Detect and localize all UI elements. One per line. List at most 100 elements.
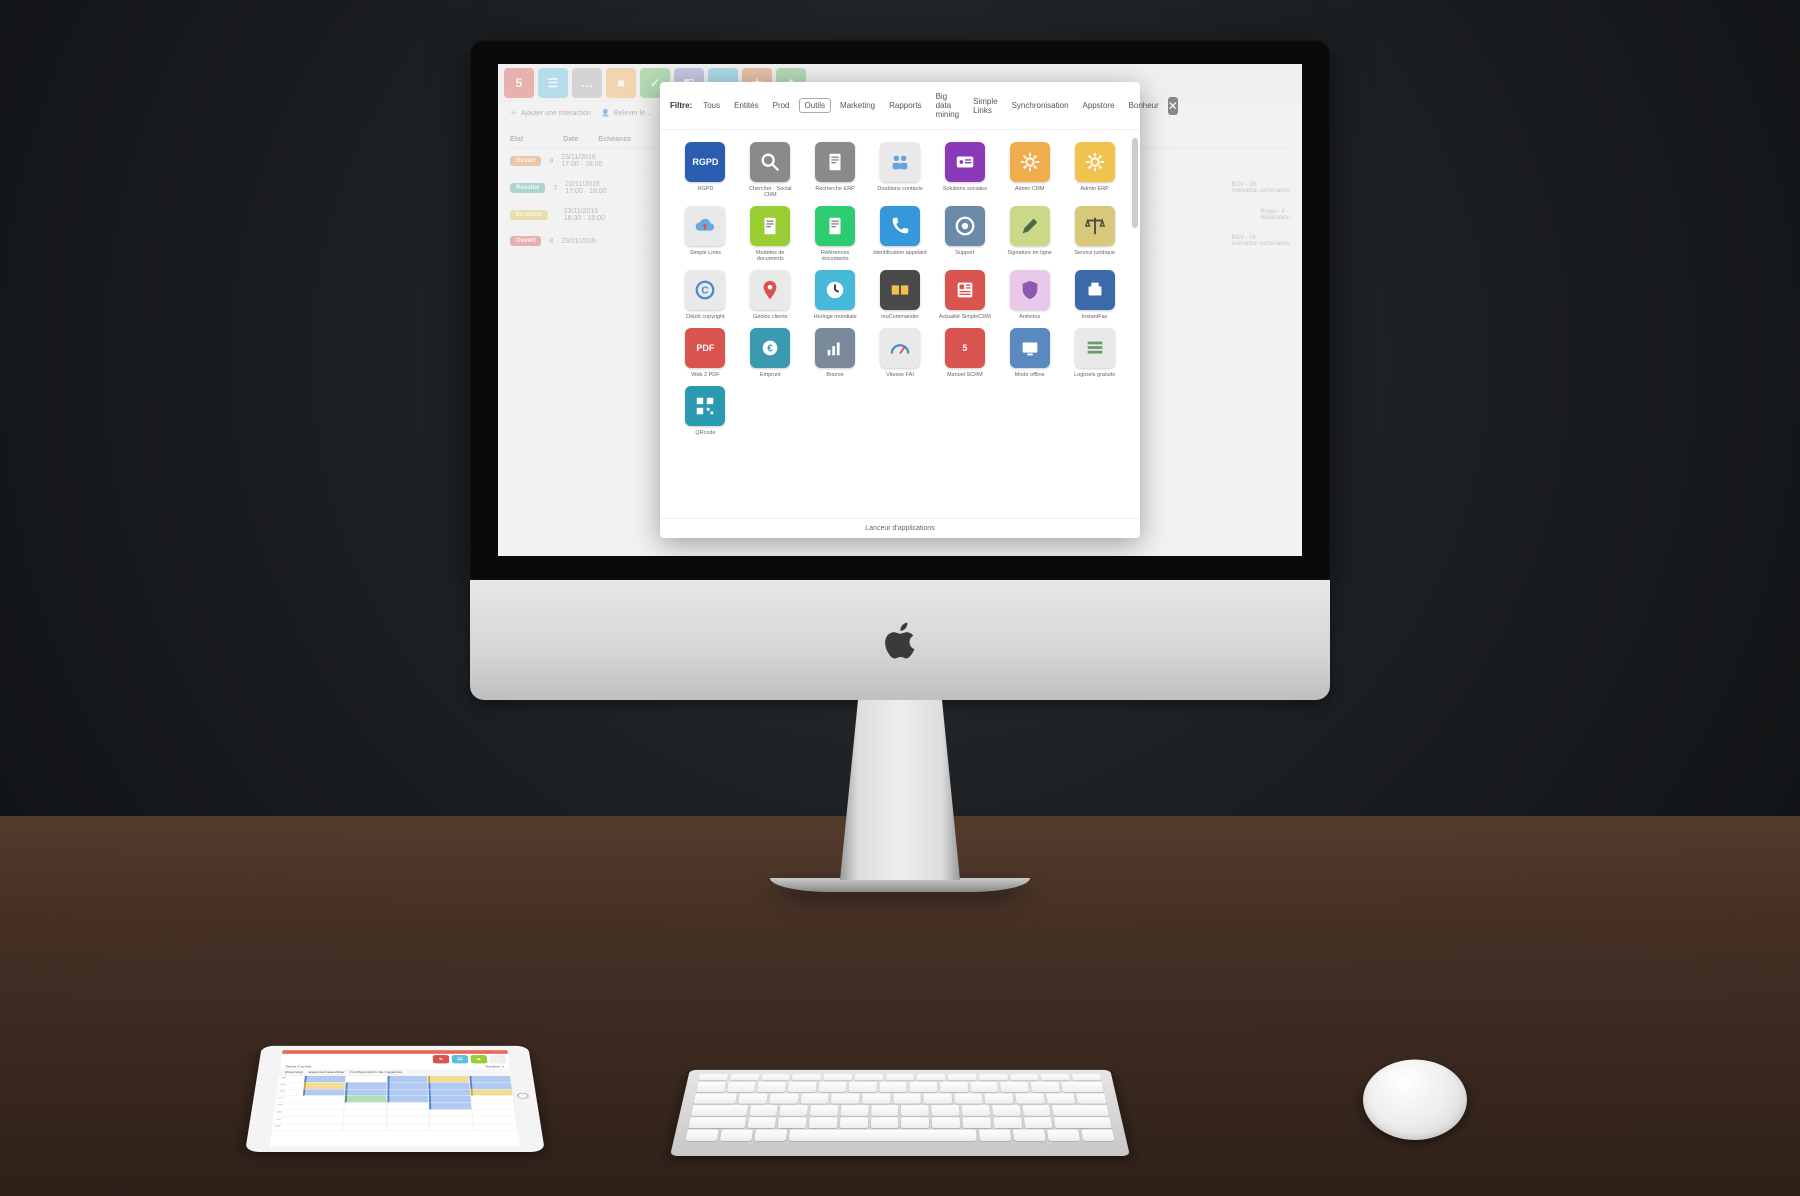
calendar-cell[interactable] <box>430 1110 473 1117</box>
app-item-instantfax[interactable]: InstantFax <box>1065 270 1124 320</box>
app-item-g-oloc-clients[interactable]: Géoloc clients <box>741 270 800 320</box>
key[interactable] <box>1077 1093 1107 1103</box>
filter-tab-big-data-mining[interactable]: Big data mining <box>931 90 965 121</box>
calendar-cell[interactable] <box>387 1103 430 1110</box>
key[interactable] <box>871 1105 899 1116</box>
calendar-event[interactable] <box>387 1089 429 1096</box>
app-item-d-p-t-copyright[interactable]: CDépôt copyright <box>676 270 735 320</box>
app-item-chercher-social-crm[interactable]: Chercher - Social CRM <box>741 142 800 198</box>
key[interactable] <box>1022 1105 1051 1116</box>
ipad-tool-icon[interactable]: ☰ <box>452 1055 469 1063</box>
app-item-admin-crm[interactable]: Admin CRM <box>1000 142 1059 198</box>
calendar-event[interactable] <box>429 1089 471 1096</box>
key[interactable] <box>932 1105 960 1116</box>
filter-tab-synchronisation[interactable]: Synchronisation <box>1007 99 1074 112</box>
key[interactable] <box>788 1082 817 1092</box>
key[interactable] <box>800 1093 829 1103</box>
key[interactable] <box>1015 1093 1044 1103</box>
calendar-cell[interactable] <box>474 1124 518 1131</box>
key[interactable] <box>831 1093 860 1103</box>
key[interactable] <box>823 1074 852 1080</box>
app-item-bourse[interactable]: Bourse <box>806 328 865 378</box>
calendar-event[interactable] <box>470 1082 512 1089</box>
filter-tab-entités[interactable]: Entités <box>729 99 763 112</box>
key[interactable] <box>726 1082 755 1092</box>
calendar-cell[interactable] <box>302 1096 345 1103</box>
key[interactable] <box>778 1117 807 1128</box>
ipad-home-button[interactable] <box>517 1093 529 1099</box>
app-item-rgpd[interactable]: RGPDRGPD <box>676 142 735 198</box>
key[interactable] <box>693 1093 737 1103</box>
key[interactable] <box>792 1074 821 1080</box>
key[interactable] <box>779 1105 808 1116</box>
key[interactable] <box>901 1105 929 1116</box>
filter-tab-appstore[interactable]: Appstore <box>1078 99 1120 112</box>
filter-tab-rapports[interactable]: Rapports <box>884 99 926 112</box>
app-item-manuel-scrm[interactable]: 5Manuel SCRM <box>935 328 994 378</box>
calendar-cell[interactable] <box>473 1110 517 1117</box>
calendar-event[interactable] <box>345 1089 387 1096</box>
ipad-calendar-grid[interactable] <box>299 1076 518 1131</box>
key[interactable] <box>769 1093 798 1103</box>
key[interactable] <box>886 1074 914 1080</box>
calendar-event[interactable] <box>387 1096 429 1103</box>
key[interactable] <box>948 1074 977 1080</box>
calendar-event[interactable] <box>471 1089 514 1096</box>
ipad-calendar[interactable]: 08h09h10h11h12h13h14h15h <box>272 1076 518 1131</box>
calendar-cell[interactable] <box>343 1124 387 1131</box>
app-item-web-2-pdf[interactable]: PDFWeb 2 PDF <box>676 328 735 378</box>
key[interactable] <box>754 1130 787 1141</box>
key[interactable] <box>720 1130 753 1141</box>
app-item-emprunt[interactable]: €Emprunt <box>741 328 800 378</box>
calendar-event[interactable] <box>304 1082 346 1089</box>
key[interactable] <box>849 1082 877 1092</box>
key[interactable] <box>1081 1130 1115 1141</box>
calendar-event[interactable] <box>429 1096 472 1103</box>
calendar-event[interactable] <box>429 1082 471 1089</box>
calendar-cell[interactable] <box>430 1124 474 1131</box>
app-item-logiciels-gratuits[interactable]: Logiciels gratuits <box>1065 328 1124 378</box>
calendar-cell[interactable] <box>301 1103 344 1110</box>
calendar-cell[interactable] <box>299 1124 343 1131</box>
calendar-event[interactable] <box>429 1103 472 1110</box>
app-item-service-juridique[interactable]: Service juridique <box>1065 206 1124 262</box>
key[interactable] <box>979 1130 1011 1141</box>
key[interactable] <box>747 1117 776 1128</box>
key[interactable] <box>761 1074 790 1080</box>
key[interactable] <box>985 1093 1014 1103</box>
ipad-tool-icon[interactable]: ■ <box>470 1055 487 1063</box>
key[interactable] <box>993 1117 1022 1128</box>
app-item-simple-links[interactable]: Simple Links <box>676 206 735 262</box>
app-item-qrcode[interactable]: QRcode <box>676 386 735 436</box>
app-item-admin-erp[interactable]: Admin ERP <box>1065 142 1124 198</box>
key[interactable] <box>963 1117 992 1128</box>
key[interactable] <box>698 1074 728 1080</box>
filter-tab-tous[interactable]: Tous <box>698 99 725 112</box>
key[interactable] <box>738 1093 768 1103</box>
key[interactable] <box>1072 1074 1102 1080</box>
app-item-identification-appelant[interactable]: Identification appelant <box>871 206 930 262</box>
key[interactable] <box>840 1117 868 1128</box>
key[interactable] <box>685 1130 719 1141</box>
calendar-event[interactable] <box>387 1082 429 1089</box>
key[interactable] <box>932 1117 960 1128</box>
calendar-cell[interactable] <box>344 1103 387 1110</box>
scrollbar-thumb[interactable] <box>1132 138 1138 228</box>
filter-tab-bonheur[interactable]: Bonheur <box>1124 99 1164 112</box>
key[interactable] <box>691 1105 748 1116</box>
key[interactable] <box>917 1074 946 1080</box>
key[interactable] <box>970 1082 998 1092</box>
key[interactable] <box>696 1082 726 1092</box>
key[interactable] <box>818 1082 846 1092</box>
key[interactable] <box>924 1093 952 1103</box>
close-button[interactable]: ✕ <box>1168 97 1178 115</box>
key[interactable] <box>855 1074 884 1080</box>
filter-tab-outils[interactable]: Outils <box>799 98 831 113</box>
key[interactable] <box>992 1105 1021 1116</box>
key[interactable] <box>809 1117 838 1128</box>
app-item-actualit-simplecrm[interactable]: Actualité SimpleCRM <box>935 270 994 320</box>
key[interactable] <box>788 1130 977 1141</box>
calendar-cell[interactable] <box>343 1117 387 1124</box>
ipad-tool-icon[interactable]: 31 <box>489 1055 506 1063</box>
key[interactable] <box>901 1117 929 1128</box>
